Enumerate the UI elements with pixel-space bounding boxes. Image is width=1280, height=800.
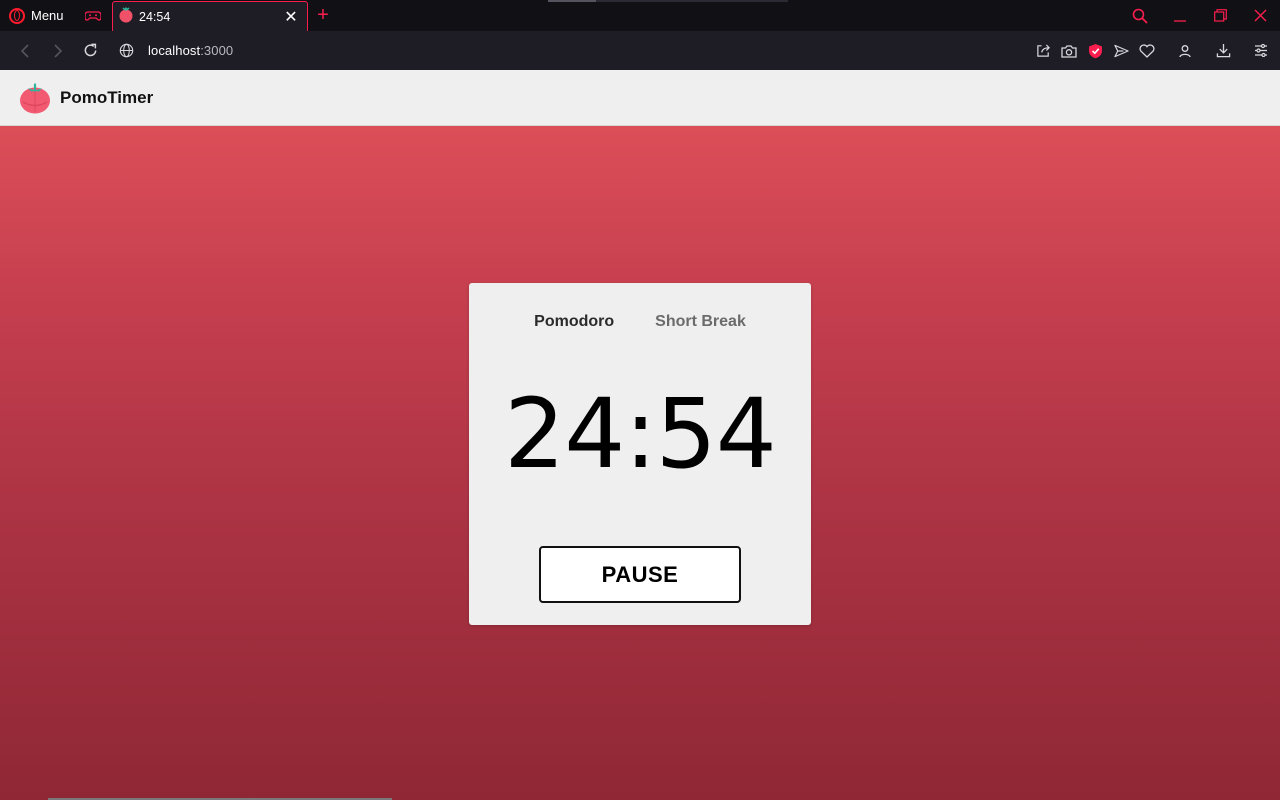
- timer-display: 24:54: [504, 378, 777, 490]
- heart-icon[interactable]: [1134, 36, 1160, 66]
- tomato-favicon-icon: [118, 7, 134, 26]
- globe-icon: [119, 43, 134, 58]
- timer-card: Pomodoro Short Break 24:54 PAUSE: [469, 283, 811, 625]
- download-icon[interactable]: [1210, 36, 1236, 66]
- mode-tab-pomodoro[interactable]: Pomodoro: [534, 313, 614, 331]
- reload-icon[interactable]: [74, 36, 107, 66]
- tomato-icon: [19, 82, 51, 114]
- gamepad-icon[interactable]: [74, 0, 112, 31]
- tab-strip-spacer: [338, 0, 1120, 31]
- tab-strip-indicator: [548, 0, 788, 2]
- minimize-icon[interactable]: [1160, 0, 1200, 31]
- search-tabs-icon[interactable]: [1120, 0, 1160, 31]
- browser-menu-button[interactable]: Menu: [0, 0, 74, 31]
- forward-icon[interactable]: [41, 36, 74, 66]
- browser-tab-active[interactable]: 24:54 ✕: [112, 1, 308, 31]
- url-host: localhost: [148, 43, 201, 58]
- close-window-icon[interactable]: [1240, 0, 1280, 31]
- address-bar[interactable]: localhost:3000: [113, 43, 1030, 58]
- restore-icon[interactable]: [1200, 0, 1240, 31]
- tab-title: 24:54: [139, 9, 171, 24]
- share-icon[interactable]: [1030, 36, 1056, 66]
- toolbar-separator: [1198, 36, 1210, 66]
- url-port: :3000: [200, 43, 234, 58]
- back-icon[interactable]: [8, 36, 41, 66]
- url-text[interactable]: localhost:3000: [148, 43, 233, 58]
- mode-tabs: Pomodoro Short Break: [469, 313, 811, 331]
- send-icon[interactable]: [1108, 36, 1134, 66]
- toolbar-actions: [1030, 36, 1280, 66]
- pause-button[interactable]: PAUSE: [539, 546, 741, 603]
- easy-setup-icon[interactable]: [1248, 36, 1274, 66]
- browser-menu-label: Menu: [31, 8, 64, 23]
- opera-logo-icon: [9, 7, 25, 24]
- timer-background: Pomodoro Short Break 24:54 PAUSE: [0, 126, 1280, 800]
- toolbar-separator: [1160, 36, 1172, 66]
- mode-tab-short-break[interactable]: Short Break: [655, 313, 746, 331]
- app-header: PomoTimer: [0, 70, 1280, 126]
- browser-tab-strip: Menu 24:54 ✕ +: [0, 0, 1280, 31]
- new-tab-button[interactable]: +: [308, 0, 338, 31]
- window-controls: [1120, 0, 1280, 31]
- app-title: PomoTimer: [60, 87, 154, 107]
- web-page: PomoTimer Pomodoro Short Break 24:54 PAU…: [0, 70, 1280, 800]
- adblock-shield-icon[interactable]: [1082, 36, 1108, 66]
- account-icon[interactable]: [1172, 36, 1198, 66]
- browser-toolbar: localhost:3000: [0, 31, 1280, 70]
- tab-close-icon[interactable]: ✕: [283, 7, 299, 27]
- camera-icon[interactable]: [1056, 36, 1082, 66]
- toolbar-separator: [1236, 36, 1248, 66]
